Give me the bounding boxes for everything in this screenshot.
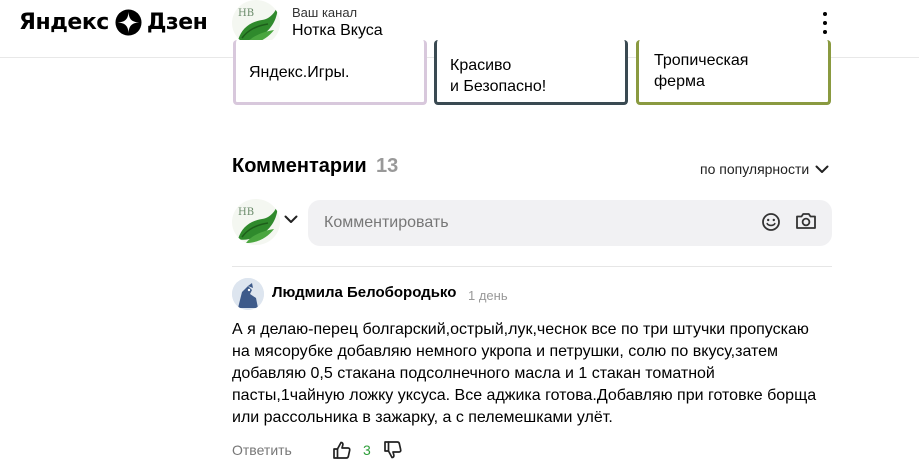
comments-count: 13: [376, 155, 399, 177]
promo-card-farm[interactable]: Тропическая ферма: [636, 40, 831, 105]
card-title-line: Тропическая: [654, 52, 749, 69]
kebab-menu-icon[interactable]: [818, 12, 832, 34]
comments-title: Комментарии: [232, 155, 367, 177]
sort-dropdown[interactable]: по популярности: [700, 161, 829, 177]
card-title: Яндекс.Игры.: [249, 64, 350, 81]
chevron-down-icon: [815, 165, 829, 173]
camera-icon[interactable]: [795, 211, 817, 231]
comment-timestamp: 1 день: [468, 288, 508, 303]
channel-subtitle: Ваш канал: [292, 5, 358, 20]
comment-text: А я делаю-перец болгарский,острый,лук,че…: [232, 319, 837, 429]
thumbs-down-icon[interactable]: [383, 440, 403, 460]
comment-text-line: на мясорубке добавляю немного укропа и п…: [232, 343, 779, 360]
channel-name[interactable]: Нотка Вкуса: [292, 22, 383, 40]
card-title-line: ферма: [654, 73, 705, 90]
emoji-icon[interactable]: [761, 212, 781, 232]
comment-text-line: пасты,1чайную ложку уксуса. Все аджика г…: [232, 387, 817, 404]
zen-star-icon: [115, 9, 142, 36]
logo-text-right: Дзен: [146, 10, 208, 35]
promo-card-games[interactable]: Яндекс.Игры.: [233, 40, 427, 105]
sort-label: по популярности: [700, 161, 810, 177]
user-avatar[interactable]: НВ: [232, 199, 280, 245]
comment-input[interactable]: [308, 200, 832, 246]
thumbs-up-icon[interactable]: [332, 440, 352, 460]
chevron-down-icon[interactable]: [284, 215, 298, 224]
promo-card-safe[interactable]: Красиво и Безопасно!: [434, 40, 628, 105]
svg-text:НВ: НВ: [238, 8, 254, 19]
divider: [232, 266, 832, 267]
card-title-line: и Безопасно!: [450, 78, 547, 95]
reply-button[interactable]: Ответить: [232, 442, 292, 458]
comment-text-line: А я делаю-перец болгарский,острый,лук,че…: [232, 321, 809, 338]
card-title: Тропическая ферма: [654, 50, 748, 92]
logo-text-left: Яндекс: [19, 10, 109, 35]
card-title: Красиво и Безопасно!: [450, 55, 546, 97]
author-avatar[interactable]: [232, 278, 264, 310]
comment-author[interactable]: Людмила Белобородько: [272, 284, 456, 301]
yandex-zen-logo[interactable]: Яндекс Дзен: [19, 9, 208, 36]
card-title-line: Красиво: [450, 57, 512, 74]
comment-text-line: или рассольника в зажарку, а с пелемешка…: [232, 409, 613, 426]
svg-text:НВ: НВ: [238, 207, 254, 218]
like-count: 3: [363, 442, 371, 458]
comment-text-line: добавляю 0,5 стакана подсолнечного масла…: [232, 365, 715, 382]
